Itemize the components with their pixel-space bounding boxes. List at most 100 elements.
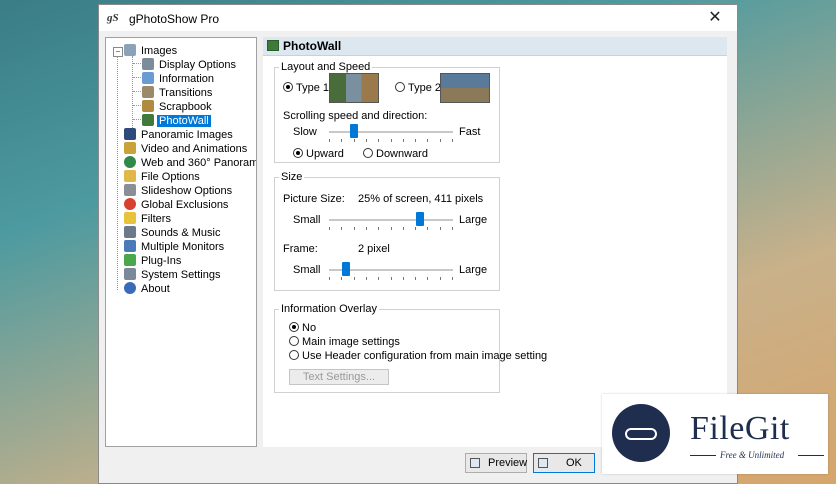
upward-radio[interactable]: Upward xyxy=(293,148,344,160)
slider-tick xyxy=(354,227,355,230)
slider-tick xyxy=(403,139,404,142)
ok-icon xyxy=(538,458,548,468)
tree-item-multiple-monitors[interactable]: Multiple Monitors xyxy=(124,240,226,254)
tree-item-information[interactable]: Information xyxy=(142,72,216,86)
scrapbook-icon xyxy=(142,100,154,112)
slider-tick xyxy=(415,139,416,142)
tree-guide-line xyxy=(117,56,118,290)
slider-tick xyxy=(452,277,453,280)
slider-tick xyxy=(427,139,428,142)
slider-tick xyxy=(391,277,392,280)
downward-radio[interactable]: Downward xyxy=(363,148,428,160)
watermark-name: FileGit xyxy=(690,410,790,447)
tree-item-file-options[interactable]: File Options xyxy=(124,170,202,184)
globe-icon xyxy=(124,156,136,168)
picture-size-slider-track[interactable] xyxy=(329,219,453,221)
system-icon xyxy=(124,268,136,280)
panel-header: PhotoWall xyxy=(263,37,727,56)
tree-item-video-and-animations[interactable]: Video and Animations xyxy=(124,142,249,156)
picture-size-value: 25% of screen, 411 pixels xyxy=(358,193,484,205)
slider-tick xyxy=(341,277,342,280)
radio-indicator xyxy=(363,148,373,158)
ok-button[interactable]: OK xyxy=(533,453,595,473)
tree-item-web-panoramas[interactable]: Web and 360° Panoramas xyxy=(124,156,256,170)
slider-tick xyxy=(440,139,441,142)
slider-tick xyxy=(391,139,392,142)
slider-tick xyxy=(329,277,330,280)
slider-tick xyxy=(378,277,379,280)
settings-panel: PhotoWall Layout and Speed Type 1 Type 2… xyxy=(263,37,727,447)
picture-size-slider-thumb[interactable] xyxy=(416,212,424,226)
slider-tick xyxy=(341,227,342,230)
frame-slider-thumb[interactable] xyxy=(342,262,350,276)
overlay-header-config-radio[interactable]: Use Header configuration from main image… xyxy=(289,350,547,362)
tree-item-display-options[interactable]: Display Options xyxy=(142,58,238,72)
slider-tick xyxy=(427,227,428,230)
overlay-no-radio[interactable]: No xyxy=(289,322,316,334)
tree-item-sounds-music[interactable]: Sounds & Music xyxy=(124,226,222,240)
radio-indicator xyxy=(289,322,299,332)
preview-button[interactable]: Preview xyxy=(465,453,527,473)
slider-tick xyxy=(366,277,367,280)
divider xyxy=(798,455,824,456)
frame-value: 2 pixel xyxy=(358,243,390,255)
window-title: gPhotoShow Pro xyxy=(129,12,220,26)
about-icon xyxy=(124,282,136,294)
tree-item-slideshow-options[interactable]: Slideshow Options xyxy=(124,184,234,198)
photowall-icon xyxy=(267,40,279,51)
tree-guide-line xyxy=(132,56,133,128)
group-legend: Size xyxy=(281,171,303,183)
images-icon xyxy=(124,44,136,56)
tree-item-filters[interactable]: Filters xyxy=(124,212,173,226)
no-entry-icon xyxy=(124,198,136,210)
radio-indicator xyxy=(289,336,299,346)
collapse-icon[interactable]: − xyxy=(113,47,123,57)
tree-item-transitions[interactable]: Transitions xyxy=(142,86,214,100)
filter-icon xyxy=(124,212,136,224)
slider-tick xyxy=(452,139,453,142)
settings-tree: − Images Display Options Information Tra… xyxy=(105,37,257,447)
tree-item-plug-ins[interactable]: Plug-Ins xyxy=(124,254,183,268)
slider-tick xyxy=(354,277,355,280)
slider-tick xyxy=(391,227,392,230)
video-icon xyxy=(124,142,136,154)
slider-tick xyxy=(378,227,379,230)
watermark-tagline: Free & Unlimited xyxy=(720,450,785,460)
speed-slider-track[interactable] xyxy=(329,131,453,133)
tree-branch xyxy=(133,91,141,92)
slider-tick xyxy=(366,139,367,142)
text-settings-button[interactable]: Text Settings... xyxy=(289,369,389,385)
radio-indicator xyxy=(293,148,303,158)
type1-radio[interactable]: Type 1 xyxy=(283,82,329,94)
panel-title: PhotoWall xyxy=(283,39,342,53)
tree-item-global-exclusions[interactable]: Global Exclusions xyxy=(124,198,230,212)
slider-tick xyxy=(452,227,453,230)
folder-icon xyxy=(124,170,136,182)
monitor-icon xyxy=(142,58,154,70)
group-legend: Layout and Speed xyxy=(281,61,371,73)
tree-item-about[interactable]: About xyxy=(124,282,172,296)
filegit-watermark: FileGit Free & Unlimited xyxy=(602,394,828,474)
type2-radio[interactable]: Type 2 xyxy=(395,82,441,94)
tree-item-images[interactable]: Images xyxy=(124,44,179,58)
tree-item-system-settings[interactable]: System Settings xyxy=(124,268,222,282)
tree-item-panoramic-images[interactable]: Panoramic Images xyxy=(124,128,235,142)
speed-slider-ticks xyxy=(329,139,453,143)
radio-indicator xyxy=(395,82,405,92)
slideshow-icon xyxy=(124,184,136,196)
transitions-icon xyxy=(142,86,154,98)
slider-tick xyxy=(329,139,330,142)
tree-branch xyxy=(133,105,141,106)
close-icon[interactable]: ✕ xyxy=(701,7,729,29)
small-label: Small xyxy=(293,264,321,276)
slider-tick xyxy=(403,277,404,280)
photowall-icon xyxy=(142,114,154,126)
tree-item-photowall[interactable]: PhotoWall xyxy=(142,114,211,128)
speed-slider-thumb[interactable] xyxy=(350,124,358,138)
slow-label: Slow xyxy=(293,126,317,138)
scroll-speed-label: Scrolling speed and direction: xyxy=(283,110,428,122)
type1-preview-image xyxy=(329,73,379,103)
tree-branch xyxy=(133,77,141,78)
overlay-main-settings-radio[interactable]: Main image settings xyxy=(289,336,400,348)
tree-item-scrapbook[interactable]: Scrapbook xyxy=(142,100,214,114)
